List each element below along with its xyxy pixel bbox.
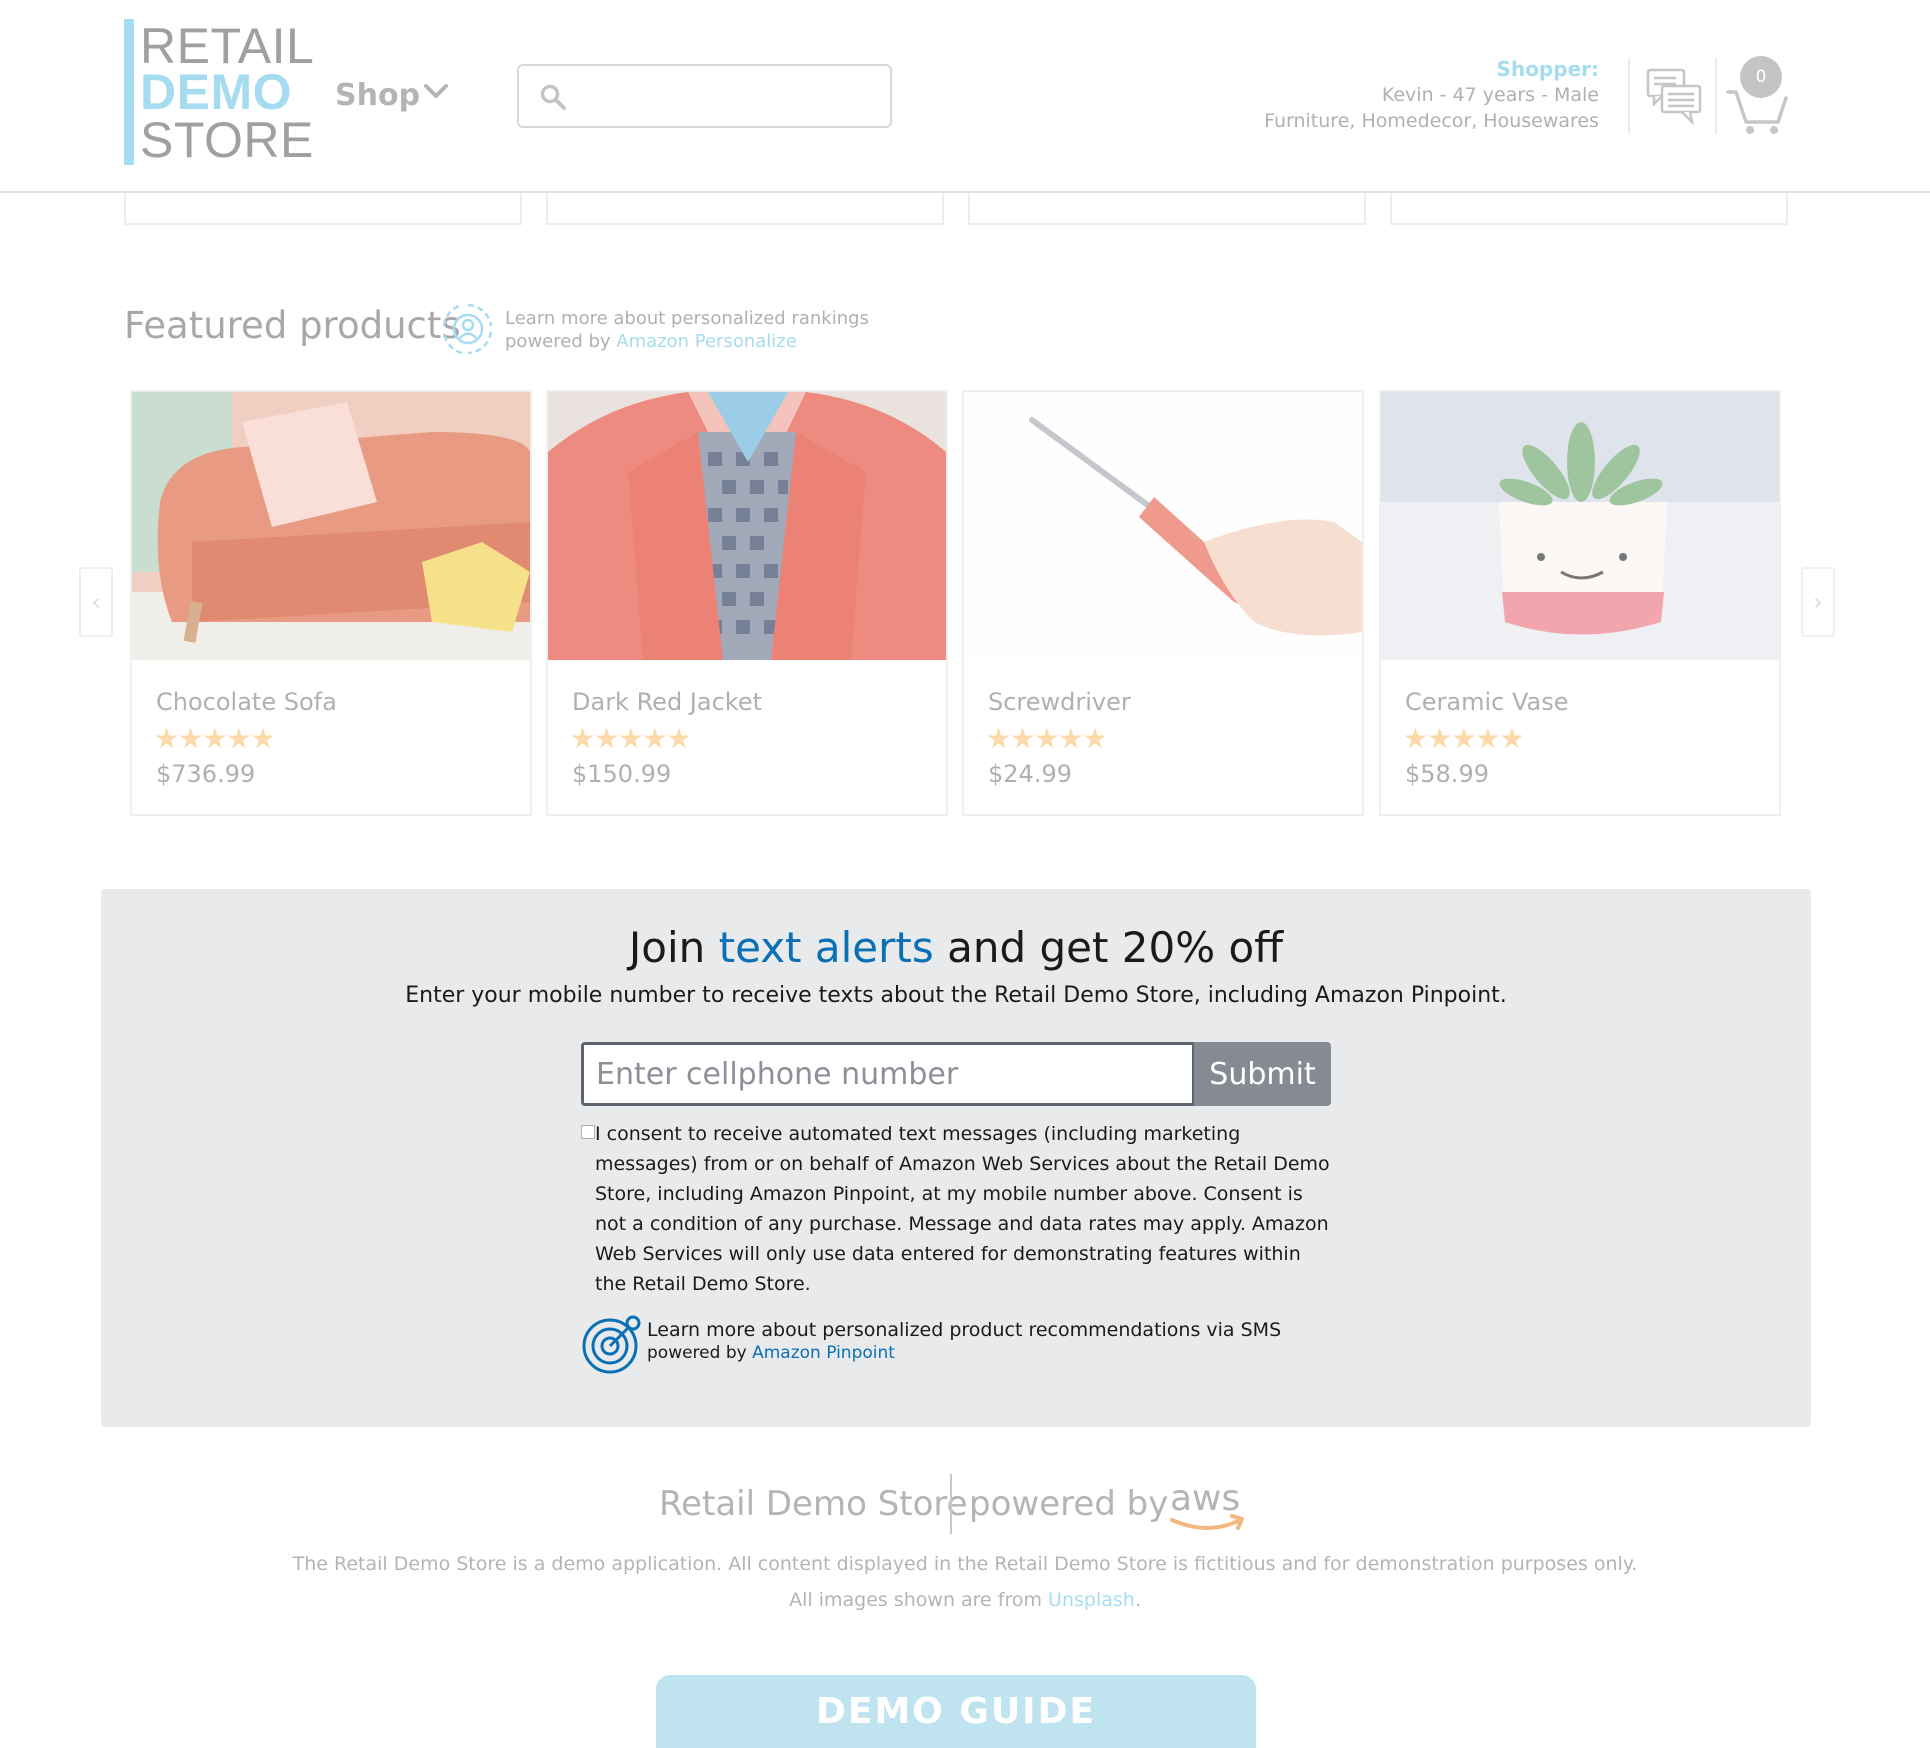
header-divider xyxy=(1628,58,1630,134)
heading-text: and get 20% off xyxy=(933,923,1284,972)
heading-text: Join xyxy=(628,923,719,972)
pinpoint-powered-by: powered by xyxy=(647,1343,747,1363)
product-card-partial[interactable] xyxy=(968,193,1366,225)
amazon-personalize-link[interactable]: Amazon Personalize xyxy=(616,331,797,352)
footer-disclaimer-text: The Retail Demo Store is a demo applicat… xyxy=(292,1553,1638,1575)
pinpoint-learn-more[interactable]: Learn more about personalized product re… xyxy=(647,1319,1281,1365)
shopper-info[interactable]: Shopper: Kevin - 47 years - Male Furnitu… xyxy=(1264,56,1599,134)
consent-text: I consent to receive automated text mess… xyxy=(595,1123,1330,1295)
personalize-learn-more-text: Learn more about personalized rankings xyxy=(505,308,869,329)
demo-guide-button[interactable]: DEMO GUIDE xyxy=(656,1675,1256,1748)
product-name[interactable]: Ceramic Vase xyxy=(1405,688,1569,716)
carousel-prev-button[interactable]: ‹ xyxy=(79,567,113,637)
aws-logo-text: aws xyxy=(1170,1478,1240,1519)
shop-menu[interactable]: Shop xyxy=(335,78,420,113)
amazon-pinpoint-link[interactable]: Amazon Pinpoint xyxy=(752,1343,895,1363)
personalize-learn-more[interactable]: Learn more about personalized rankings p… xyxy=(505,307,869,353)
aws-logo[interactable]: aws xyxy=(1168,1476,1248,1534)
star-rating: ★★★★★ xyxy=(154,722,276,755)
product-card-partial[interactable] xyxy=(1390,193,1788,225)
product-name[interactable]: Dark Red Jacket xyxy=(572,688,762,716)
header-divider xyxy=(1715,58,1717,134)
product-price: $58.99 xyxy=(1405,760,1489,788)
footer-images-credit: All images shown are from Unsplash. xyxy=(0,1582,1930,1618)
product-image-screwdriver[interactable] xyxy=(964,392,1362,660)
chevron-down-icon[interactable] xyxy=(423,82,449,102)
pinpoint-target-icon[interactable] xyxy=(581,1313,643,1375)
personalize-icon[interactable] xyxy=(440,300,496,358)
shopper-profile: Kevin - 47 years - Male xyxy=(1381,84,1599,106)
shopper-label: Shopper: xyxy=(1496,57,1599,81)
footer-powered-by: powered by xyxy=(969,1484,1169,1524)
logo-line-3: STORE xyxy=(140,112,314,168)
star-rating: ★★★★★ xyxy=(986,722,1108,755)
pinpoint-learn-more-text: Learn more about personalized product re… xyxy=(647,1319,1282,1341)
product-card-dark-red-jacket[interactable]: Dark Red Jacket ★★★★★ $150.99 xyxy=(546,390,948,816)
search-icon xyxy=(540,84,566,110)
unsplash-link[interactable]: Unsplash xyxy=(1048,1589,1135,1611)
consent-checkbox[interactable] xyxy=(581,1125,595,1139)
star-rating: ★★★★★ xyxy=(570,722,692,755)
product-card-chocolate-sofa[interactable]: Chocolate Sofa ★★★★★ $736.99 xyxy=(130,390,532,816)
footer-brand: Retail Demo Store powered by aws xyxy=(0,1474,1930,1534)
product-image-sofa[interactable] xyxy=(132,392,530,660)
personalize-powered-by: powered by xyxy=(505,331,611,352)
logo-line-2: DEMO xyxy=(140,64,292,120)
submit-button[interactable]: Submit xyxy=(1194,1042,1331,1106)
images-credit-text: All images shown are from xyxy=(789,1589,1049,1611)
star-rating: ★★★★★ xyxy=(1403,722,1525,755)
text-alerts-subtitle: Enter your mobile number to receive text… xyxy=(405,983,1507,1008)
product-card-screwdriver[interactable]: Screwdriver ★★★★★ $24.99 xyxy=(962,390,1364,816)
site-header: RETAIL DEMO STORE Shop Shopper: Kevin - … xyxy=(0,0,1930,193)
footer-disclaimer: The Retail Demo Store is a demo applicat… xyxy=(0,1546,1930,1618)
store-logo[interactable]: RETAIL DEMO STORE xyxy=(124,19,314,165)
product-price: $736.99 xyxy=(156,760,256,788)
product-price: $24.99 xyxy=(988,760,1072,788)
cart-count-badge[interactable]: 0 xyxy=(1740,56,1782,98)
footer-store-name: Retail Demo Store xyxy=(659,1484,968,1524)
featured-products-title: Featured products xyxy=(124,304,461,347)
product-card-partial[interactable] xyxy=(124,193,522,225)
product-image-jacket[interactable] xyxy=(548,392,946,660)
images-credit-text: . xyxy=(1134,1589,1141,1611)
shopper-interests: Furniture, Homedecor, Housewares xyxy=(1264,110,1599,132)
search-box[interactable] xyxy=(517,64,892,128)
product-name[interactable]: Chocolate Sofa xyxy=(156,688,337,716)
product-card-ceramic-vase[interactable]: Ceramic Vase ★★★★★ $58.99 xyxy=(1379,390,1781,816)
product-price: $150.99 xyxy=(572,760,672,788)
product-name[interactable]: Screwdriver xyxy=(988,688,1131,716)
carousel-next-button[interactable]: › xyxy=(1801,567,1835,637)
heading-highlight: text alerts xyxy=(718,923,934,972)
product-image-vase[interactable] xyxy=(1381,392,1779,660)
text-alerts-section: Join text alerts and get 20% off Enter y… xyxy=(101,889,1811,1427)
search-input[interactable] xyxy=(577,74,877,118)
product-card-partial[interactable] xyxy=(546,193,944,225)
logo-bar xyxy=(124,19,134,165)
footer-divider xyxy=(950,1474,952,1534)
cellphone-input[interactable] xyxy=(581,1042,1195,1106)
text-alerts-heading: Join text alerts and get 20% off xyxy=(101,923,1811,972)
chat-icon[interactable] xyxy=(1646,68,1702,126)
